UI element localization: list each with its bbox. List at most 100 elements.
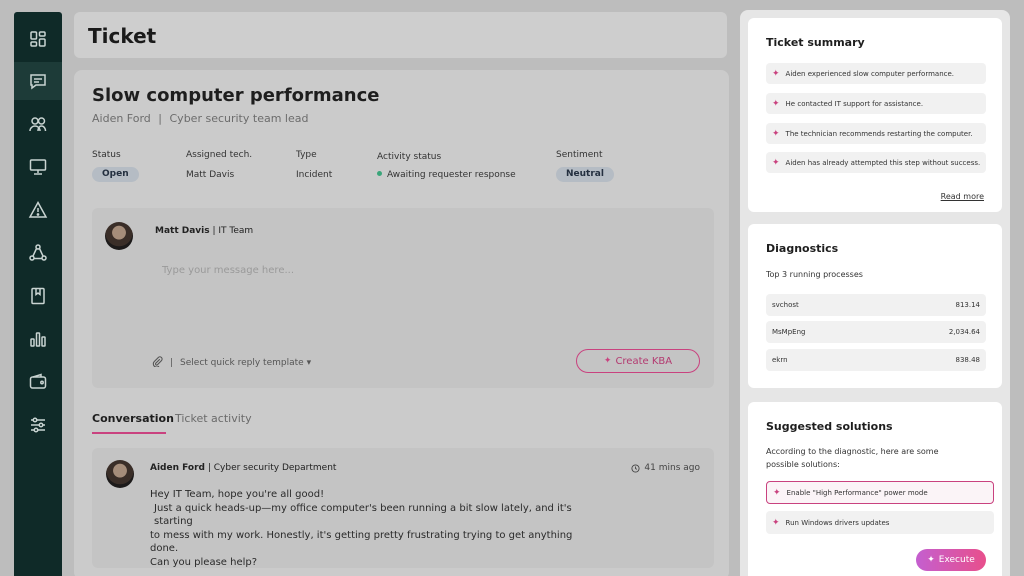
- conversation-message: Aiden Ford | Cyber security Department 4…: [92, 448, 714, 568]
- summary-item: ✦ He contacted IT support for assistance.: [766, 93, 986, 114]
- alert-icon: [28, 200, 48, 218]
- tab-ticket-activity[interactable]: Ticket activity: [175, 412, 252, 425]
- process-row: svchost 813.14: [766, 294, 986, 316]
- sparkle-icon: ✦: [773, 487, 781, 498]
- requester-name[interactable]: Aiden Ford: [92, 112, 151, 125]
- execute-label: Execute: [938, 555, 975, 565]
- avatar: [105, 222, 133, 250]
- create-kba-button[interactable]: ✦ Create KBA: [576, 349, 700, 373]
- sidebar: [14, 12, 62, 576]
- create-kba-label: Create KBA: [615, 355, 673, 367]
- attachment-icon[interactable]: [152, 356, 163, 370]
- message-input[interactable]: Type your message here...: [162, 265, 294, 276]
- avatar: [106, 460, 134, 488]
- message-time: 41 mins ago: [644, 463, 700, 473]
- solution-label: Enable "High Performance" power mode: [786, 488, 928, 497]
- quick-reply-template-select[interactable]: Select quick reply template ▾: [180, 358, 311, 368]
- solutions-description-line: possible solutions:: [766, 460, 840, 469]
- summary-item-text: Aiden has already attempted this step wi…: [785, 158, 981, 167]
- ticket-requester: Aiden Ford | Cyber security team lead: [92, 112, 308, 125]
- users-icon: [29, 117, 47, 132]
- execute-button[interactable]: ✦ Execute: [916, 549, 986, 571]
- ticket-summary-card: Ticket summary ✦ Aiden experienced slow c…: [748, 18, 1002, 212]
- sidebar-item-settings[interactable]: [14, 406, 62, 444]
- sidebar-item-reports[interactable]: [14, 320, 62, 358]
- tab-conversation[interactable]: Conversation: [92, 412, 174, 425]
- network-icon: [29, 244, 47, 261]
- wallet-icon: [29, 373, 47, 389]
- sparkle-icon: ✦: [772, 128, 780, 139]
- read-more-link[interactable]: Read more: [941, 192, 984, 201]
- process-value: 813.14: [955, 301, 981, 309]
- page-title: Ticket: [88, 24, 157, 48]
- composer-toolbar: | Select quick reply template ▾: [152, 356, 311, 370]
- settings-icon: [31, 417, 45, 433]
- composer-author: Matt Davis | IT Team: [155, 226, 253, 236]
- activity-status-text: Awaiting requester response: [387, 170, 516, 180]
- message-author: Aiden Ford | Cyber security Department: [150, 463, 336, 473]
- sidebar-item-users[interactable]: [14, 105, 62, 143]
- message-timestamp: 41 mins ago: [631, 463, 700, 473]
- summary-item-text: Aiden experienced slow computer performa…: [785, 69, 955, 78]
- solution-option-driver-updates[interactable]: ✦ Run Windows drivers updates: [766, 511, 994, 534]
- assigned-tech-label: Assigned tech.: [186, 150, 253, 160]
- summary-item: ✦ Aiden has already attempted this step w…: [766, 152, 986, 173]
- type-value[interactable]: Incident: [296, 170, 332, 180]
- sparkle-icon: ✦: [772, 157, 780, 168]
- sidebar-item-billing[interactable]: [14, 363, 62, 401]
- summary-item: ✦ The technician recommends restarting th…: [766, 123, 986, 144]
- assigned-tech-value[interactable]: Matt Davis: [186, 170, 234, 180]
- message-body: Hey IT Team, hope you're all good! Just …: [150, 488, 600, 569]
- page-header: Ticket: [74, 12, 727, 58]
- solutions-description: According to the diagnostic, here are so…: [766, 445, 939, 471]
- sparkle-icon: ✦: [772, 517, 780, 528]
- sparkle-icon: ✦: [603, 356, 612, 366]
- sidebar-item-devices[interactable]: [14, 148, 62, 186]
- toolbar-separator: |: [170, 358, 174, 368]
- message-line: to mess with my work. Honestly, it's get…: [150, 529, 573, 555]
- sentiment-label: Sentiment: [556, 150, 603, 160]
- summary-item-text: He contacted IT support for assistance.: [785, 99, 924, 108]
- process-name: MsMpEng: [772, 328, 806, 336]
- ticket-panel: Slow computer performance Aiden Ford | C…: [74, 70, 729, 576]
- sidebar-item-alerts[interactable]: [14, 191, 62, 229]
- sidebar-item-knowledge[interactable]: [14, 277, 62, 315]
- book-icon: [31, 287, 45, 305]
- activity-status-value[interactable]: Awaiting requester response: [377, 170, 516, 180]
- solution-option-high-performance[interactable]: ✦ Enable "High Performance" power mode: [766, 481, 994, 504]
- diagnostics-card: Diagnostics Top 3 running processes svch…: [748, 224, 1002, 388]
- process-value: 2,034.64: [948, 328, 980, 336]
- activity-status-label: Activity status: [377, 152, 442, 162]
- chevron-down-icon: ▾: [306, 358, 312, 368]
- status-dot-icon: [377, 171, 382, 176]
- dashboard-icon: [30, 31, 46, 47]
- sparkle-icon: ✦: [772, 68, 780, 79]
- sparkle-icon: ✦: [772, 98, 780, 109]
- composer-author-name: Matt Davis: [155, 226, 210, 236]
- sidebar-item-tickets[interactable]: [14, 62, 62, 100]
- summary-item-text: The technician recommends restarting the…: [785, 129, 973, 138]
- diagnostics-title: Diagnostics: [766, 242, 839, 255]
- quick-reply-template-label: Select quick reply template: [180, 358, 304, 368]
- ai-insights-panel: Ticket summary ✦ Aiden experienced slow c…: [740, 10, 1010, 576]
- message-author-dept: | Cyber security Department: [207, 463, 337, 473]
- ticket-title: Slow computer performance: [92, 85, 380, 106]
- process-name: svchost: [772, 301, 799, 309]
- reply-composer: Matt Davis | IT Team Type your message h…: [92, 208, 714, 388]
- message-line: Just a quick heads-up—my office computer…: [154, 502, 572, 528]
- status-badge[interactable]: Open: [92, 167, 139, 182]
- reports-icon: [30, 332, 46, 347]
- active-tab-indicator: [92, 432, 166, 434]
- sparkle-icon: ✦: [927, 555, 935, 565]
- monitor-icon: [29, 159, 47, 175]
- sidebar-item-network[interactable]: [14, 234, 62, 272]
- message-line: Hey IT Team, hope you're all good!: [150, 489, 325, 500]
- composer-author-team: | IT Team: [212, 226, 254, 236]
- sidebar-item-dashboard[interactable]: [14, 20, 62, 58]
- ticket-summary-title: Ticket summary: [766, 36, 865, 49]
- sentiment-badge[interactable]: Neutral: [556, 167, 614, 182]
- tickets-icon: [30, 74, 46, 90]
- diagnostics-subtitle: Top 3 running processes: [766, 270, 863, 279]
- summary-item: ✦ Aiden experienced slow computer perform…: [766, 63, 986, 84]
- requester-separator: |: [158, 112, 162, 125]
